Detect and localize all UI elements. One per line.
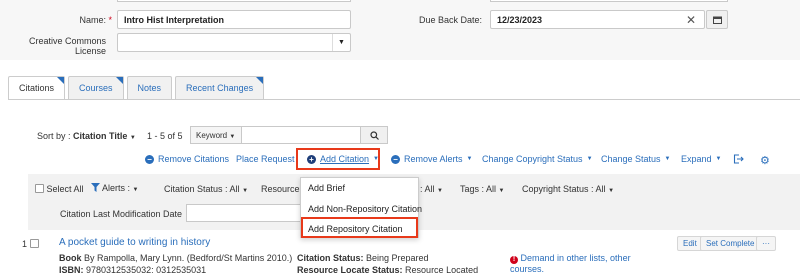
alerts-filter[interactable]: Alerts : ▼: [91, 183, 139, 193]
row-checkbox[interactable]: [29, 239, 39, 248]
citation-status-filter[interactable]: Citation Status : All ▼: [164, 184, 248, 194]
chevron-down-icon: ▼: [229, 134, 236, 140]
minus-circle-icon: −: [145, 154, 154, 164]
edit-button[interactable]: Edit: [677, 236, 703, 251]
chevron-down-icon: ▼: [715, 156, 722, 162]
chevron-down-icon: ▼: [129, 135, 136, 141]
chevron-down-icon: ▼: [466, 156, 473, 162]
remove-citations-button[interactable]: − Remove Citations: [145, 154, 229, 164]
clear-icon[interactable]: ✕: [686, 13, 696, 27]
calendar-icon: [712, 16, 722, 24]
chevron-down-icon: ▼: [132, 187, 139, 193]
results-range: 1 - 5 of 5: [147, 131, 183, 141]
export-icon: [733, 154, 744, 164]
settings-gear-icon[interactable]: ⚙: [760, 154, 770, 167]
remove-alerts-button[interactable]: − Remove Alerts ▼: [391, 154, 472, 164]
alert-icon: !: [510, 256, 518, 264]
minus-circle-icon: −: [391, 154, 400, 164]
tab-recent-changes[interactable]: Recent Changes: [175, 76, 265, 99]
result-index: 1: [22, 239, 39, 249]
citation-title-link[interactable]: A pocket guide to writing in history: [59, 237, 210, 248]
due-back-date-field[interactable]: 12/23/2023 ✕: [490, 10, 705, 29]
tab-bar: Citations Courses Notes Recent Changes: [8, 76, 265, 100]
expand-button[interactable]: Expand ▼: [681, 154, 721, 164]
tab-divider: [8, 99, 800, 100]
citation-list-form: Name: * Intro Hist Interpretation Creati…: [0, 0, 800, 60]
chevron-down-icon: ▼: [586, 156, 593, 162]
citation-isbn: ISBN: 9780312535032; 0312535031: [59, 265, 207, 273]
chevron-down-icon: ▼: [332, 34, 350, 51]
tab-corner-marker: [256, 77, 264, 84]
chevron-down-icon: ▼: [437, 188, 443, 194]
copyright-status-filter[interactable]: Copyright Status : All ▼: [522, 184, 614, 194]
chevron-down-icon: ▼: [664, 156, 671, 162]
resource-locate-status: Resource Locate Status: Resource Located: [297, 265, 479, 273]
funnel-icon: [91, 183, 100, 192]
tab-corner-marker: [57, 77, 65, 84]
chevron-down-icon: ▼: [498, 188, 505, 194]
chevron-down-icon: ▼: [608, 188, 615, 194]
truncated-status-field: [490, 0, 728, 2]
checkbox-icon: [35, 184, 44, 193]
menu-item-add-brief[interactable]: Add Brief: [308, 183, 345, 193]
search-button[interactable]: [360, 126, 388, 144]
sort-control[interactable]: Sort by : Citation Title ▼: [37, 131, 136, 141]
search-icon: [369, 130, 379, 140]
change-status-button[interactable]: Change Status ▼: [601, 154, 671, 164]
resource-locate-filter-value[interactable]: : All ▼: [420, 184, 443, 194]
search-scope-select[interactable]: Keyword ▼: [190, 126, 242, 144]
export-button[interactable]: [733, 154, 744, 164]
tags-filter[interactable]: Tags : All ▼: [460, 184, 505, 194]
calendar-button[interactable]: [706, 10, 728, 29]
chevron-down-icon: ▼: [242, 188, 249, 194]
creative-commons-select[interactable]: ▼: [117, 33, 351, 52]
tab-corner-marker: [115, 77, 123, 84]
place-request-button[interactable]: Place Request: [236, 154, 295, 164]
add-repository-citation-highlight: [301, 217, 418, 238]
tab-courses[interactable]: Courses: [68, 76, 124, 99]
citation-status: Citation Status: Being Prepared: [297, 253, 429, 263]
creative-commons-label: Creative Commons License: [28, 36, 106, 56]
citation-byline: Book By Rampolla, Mary Lynn. (Bedford/St…: [59, 253, 293, 263]
add-citation-highlight: [296, 148, 380, 170]
search-input[interactable]: [241, 126, 361, 144]
tab-notes[interactable]: Notes: [126, 76, 173, 99]
tab-citations[interactable]: Citations: [8, 76, 66, 100]
due-back-date-label: Due Back Date:: [418, 15, 482, 25]
name-label: Name: *: [79, 15, 112, 25]
last-modification-label: Citation Last Modification Date: [60, 209, 183, 219]
change-copyright-status-button[interactable]: Change Copyright Status ▼: [482, 154, 593, 164]
last-modification-date-field[interactable]: [186, 204, 306, 222]
set-complete-button[interactable]: Set Complete: [700, 236, 761, 251]
menu-item-add-non-repository-citation[interactable]: Add Non-Repository Citation: [308, 204, 422, 214]
more-actions-button[interactable]: ···: [756, 236, 776, 251]
truncated-field-top: [117, 0, 351, 2]
select-all-checkbox[interactable]: Select All: [35, 184, 84, 194]
name-field[interactable]: Intro Hist Interpretation: [117, 10, 351, 29]
demand-alert-link[interactable]: ! Demand in other lists, other courses.: [510, 253, 631, 273]
